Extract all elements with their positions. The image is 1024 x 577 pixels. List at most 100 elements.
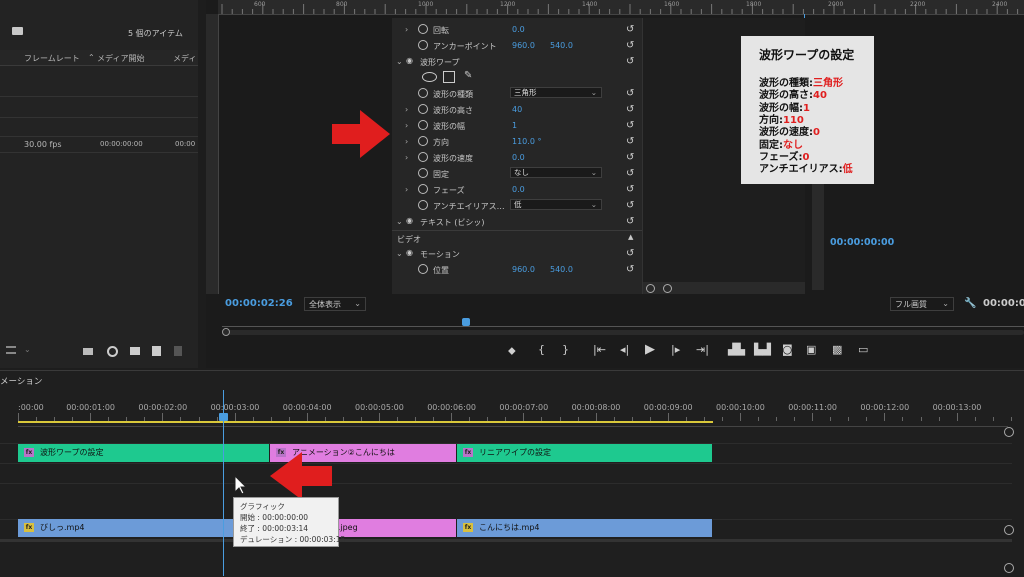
stopwatch-icon[interactable] <box>418 104 428 114</box>
effect-property-row[interactable]: 位置 960.0 540.0 ↺ <box>392 262 642 278</box>
video-clip[interactable]: fx こんにちは.mp4 <box>457 519 713 537</box>
folder-icon[interactable] <box>12 27 23 35</box>
extract-icon[interactable]: ▙▟ <box>754 343 771 356</box>
property-select[interactable]: 三角形 ⌄ <box>510 87 602 98</box>
effect-property-row[interactable]: › 方向 110.0 ° ↺ <box>392 134 642 150</box>
effect-property-row[interactable]: アンチエイリアス… 低 ⌄ ↺ <box>392 198 642 214</box>
property-value[interactable]: 0.0 <box>512 185 525 194</box>
list-view-icon[interactable] <box>6 346 16 354</box>
effect-property-row[interactable]: › 波形の高さ 40 ↺ <box>392 102 642 118</box>
proxy-toggle-icon[interactable]: ▩ <box>832 343 842 356</box>
effect-property-row[interactable]: › 波形の速度 0.0 ↺ <box>392 150 642 166</box>
trash-icon[interactable] <box>174 346 182 356</box>
chevron-right-icon[interactable]: › <box>405 137 408 146</box>
column-media-start[interactable]: メディア開始 <box>97 53 144 64</box>
property-value-2[interactable]: 540.0 <box>550 265 573 274</box>
chevron-right-icon[interactable]: › <box>405 153 408 162</box>
scrub-playhead[interactable] <box>462 318 470 326</box>
eye-icon[interactable]: ◉ <box>406 248 413 257</box>
column-media-x[interactable]: メディ <box>173 53 196 64</box>
property-value[interactable]: 40 <box>512 105 522 114</box>
reset-icon[interactable]: ↺ <box>626 120 634 131</box>
zoom-scrollbar[interactable] <box>222 328 1024 336</box>
list-item[interactable]: 30.00 fps 00:00:00:00 00:00 <box>0 137 198 152</box>
quality-select[interactable]: フル画質 ⌄ <box>890 297 954 311</box>
stopwatch-icon[interactable] <box>418 152 428 162</box>
stopwatch-icon[interactable] <box>418 200 428 210</box>
reset-icon[interactable]: ↺ <box>626 104 634 115</box>
stopwatch-icon[interactable] <box>418 40 428 50</box>
stopwatch-icon[interactable] <box>418 168 428 178</box>
graphic-clip[interactable]: fx リニアワイプの設定 <box>457 444 713 462</box>
add-marker-icon[interactable]: ⬥ <box>508 344 516 358</box>
collapse-icon[interactable]: ▲ <box>628 233 633 241</box>
mark-in-icon[interactable]: { <box>538 343 545 356</box>
graphic-clip[interactable]: fx 波形ワープの設定 <box>18 444 270 462</box>
compare-view-icon[interactable]: ▣ <box>806 343 816 356</box>
property-value[interactable]: 960.0 <box>512 265 535 274</box>
stopwatch-icon[interactable] <box>418 88 428 98</box>
timeline-scroll-down[interactable] <box>1004 525 1014 535</box>
reset-icon[interactable]: ↺ <box>626 168 634 179</box>
step-back-icon[interactable]: ◂| <box>620 343 629 356</box>
effect-section[interactable]: ⌄ ◉ モーション ↺ <box>392 246 642 262</box>
effect-property-row[interactable]: アンカーポイント 960.0 540.0 ↺ <box>392 38 642 54</box>
effect-property-row[interactable]: › フェーズ 0.0 ↺ <box>392 182 642 198</box>
go-to-in-icon[interactable]: |⇤ <box>593 343 606 356</box>
eye-icon[interactable]: ◉ <box>406 216 413 225</box>
timeline-scroll-up[interactable] <box>1004 427 1014 437</box>
effect-property-row[interactable]: › 波形の幅 1 ↺ <box>392 118 642 134</box>
zoom-select[interactable]: 全体表示 ⌄ <box>304 297 366 311</box>
column-framerate[interactable]: フレームレート <box>24 53 80 64</box>
chevron-down-icon[interactable]: ⌄ <box>396 57 403 66</box>
reset-icon[interactable]: ↺ <box>626 248 634 259</box>
reset-icon[interactable]: ↺ <box>626 24 634 35</box>
sort-chevron-icon[interactable]: ⌃ <box>88 53 95 62</box>
property-value[interactable]: 960.0 <box>512 41 535 50</box>
reset-icon[interactable]: ↺ <box>626 88 634 99</box>
pen-icon[interactable]: ✎ <box>464 70 472 81</box>
eye-icon[interactable]: ◉ <box>406 56 413 65</box>
property-value[interactable]: 0.0 <box>512 153 525 162</box>
reset-icon[interactable]: ↺ <box>626 264 634 275</box>
chevron-right-icon[interactable]: › <box>405 121 408 130</box>
effect-property-row[interactable]: 固定 なし ⌄ ↺ <box>392 166 642 182</box>
view-dropdown-icon[interactable]: ⌄ <box>24 345 31 354</box>
effect-property-row[interactable]: › 回転 0.0 ↺ <box>392 22 642 38</box>
scrub-ruler[interactable] <box>222 318 1024 327</box>
monitor-timecode[interactable]: 00:00:02:26 <box>225 298 293 309</box>
reset-icon[interactable]: ↺ <box>626 184 634 195</box>
reset-icon[interactable]: ↺ <box>626 200 634 211</box>
effect-property-row[interactable]: 波形の種類 三角形 ⌄ ↺ <box>392 86 642 102</box>
step-forward-icon[interactable]: |▸ <box>671 343 680 356</box>
stopwatch-icon[interactable] <box>418 120 428 130</box>
reset-icon[interactable]: ↺ <box>626 152 634 163</box>
bin-icon[interactable] <box>83 348 93 355</box>
vr-icon[interactable]: ▭ <box>858 343 868 356</box>
graph-timecode[interactable]: 00:00:00:00 <box>830 237 894 248</box>
timeline-ruler[interactable]: :00:00 00:00:01:00 00:00:02:00 00:00:03:00 0… <box>18 399 1012 421</box>
chevron-right-icon[interactable]: › <box>405 105 408 114</box>
go-to-out-icon[interactable]: ⇥| <box>696 343 709 356</box>
property-value[interactable]: 0.0 <box>512 25 525 34</box>
property-value-2[interactable]: 540.0 <box>550 41 573 50</box>
timeline-scroll-bottom[interactable] <box>1004 563 1014 573</box>
play-icon[interactable]: ▶ <box>645 342 655 357</box>
reset-icon[interactable]: ↺ <box>626 216 634 227</box>
reset-icon[interactable]: ↺ <box>626 56 634 67</box>
camera-icon[interactable]: ◙ <box>782 343 793 356</box>
property-select[interactable]: なし ⌄ <box>510 167 602 178</box>
reset-icon[interactable]: ↺ <box>626 136 634 147</box>
reset-icon[interactable]: ↺ <box>626 40 634 51</box>
chevron-down-icon[interactable]: ⌄ <box>396 249 403 258</box>
effect-section[interactable]: ⌄ ◉ テキスト (ビシッ) ↺ <box>392 214 642 230</box>
rectangle-mask-icon[interactable] <box>443 71 455 83</box>
search-icon[interactable] <box>107 346 118 357</box>
property-value[interactable]: 1 <box>512 121 517 130</box>
property-select[interactable]: 低 ⌄ <box>510 199 602 210</box>
chevron-right-icon[interactable]: › <box>405 25 408 34</box>
ellipse-mask-icon[interactable] <box>422 72 437 82</box>
property-value[interactable]: 110.0 ° <box>512 137 541 146</box>
effect-section[interactable]: ⌄ ◉ 波形ワープ ↺ <box>392 54 642 70</box>
lift-icon[interactable]: ▟▙ <box>728 343 745 356</box>
